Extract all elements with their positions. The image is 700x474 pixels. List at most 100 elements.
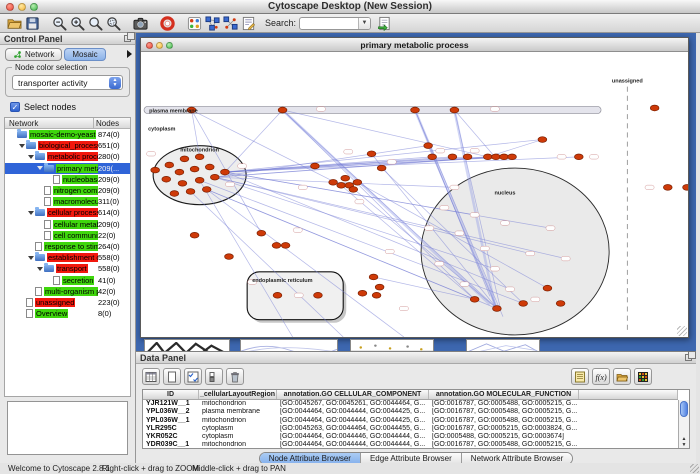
layout-attribute-icon[interactable] (221, 15, 239, 32)
zoom-out-icon[interactable] (50, 15, 68, 32)
zoom-in-icon[interactable] (68, 15, 86, 32)
tree-row-multi-organism-pro[interactable]: multi-organism pro42(0) (5, 286, 130, 297)
graph-node[interactable] (492, 154, 501, 160)
help-icon[interactable] (158, 15, 176, 32)
layout-spring-icon[interactable] (203, 15, 221, 32)
table-row-ypl036w__2[interactable]: YPL036W__2plasma membrane[GO:0044464, GO… (143, 408, 678, 416)
tree-col-network[interactable]: Network (5, 119, 93, 128)
formula-icon[interactable]: f(x) (592, 368, 610, 385)
app-resize-grip[interactable] (690, 464, 699, 473)
background-window-fragment[interactable] (466, 339, 540, 351)
table-row-ydr039c__1[interactable]: YDR039C__1mitochondrion[GO:0044464, GO:0… (143, 441, 678, 449)
open-icon[interactable] (5, 15, 23, 32)
graph-node[interactable] (186, 189, 195, 195)
graph-edge[interactable] (200, 180, 293, 337)
graph-node[interactable] (205, 164, 214, 170)
graph-node[interactable] (257, 230, 266, 236)
graph-node[interactable] (358, 290, 367, 296)
minimize-window-icon[interactable] (18, 3, 26, 11)
graph-node[interactable] (281, 243, 290, 249)
annotation-icon[interactable] (239, 15, 257, 32)
graph-node[interactable] (180, 156, 189, 162)
graph-node[interactable] (337, 182, 346, 188)
network-view-window[interactable]: primary metabolic process (140, 37, 689, 338)
graph-node[interactable] (162, 176, 171, 182)
table-row-ykr052c[interactable]: YKR052Ccytoplasm[GO:0044464, GO:0044446,… (143, 433, 678, 441)
table-column-header[interactable]: annotation.GO MOLECULAR_FUNCTION (429, 390, 579, 399)
title-bar[interactable]: Cytoscape Desktop (New Session) (0, 0, 700, 14)
search-input[interactable]: ▼ (299, 17, 371, 30)
graph-node[interactable] (210, 174, 219, 180)
graph-node[interactable] (273, 292, 282, 298)
graph-node[interactable] (424, 143, 433, 149)
graph-node[interactable] (508, 154, 517, 160)
snapshot-icon[interactable] (131, 15, 149, 32)
graph-node[interactable] (375, 284, 384, 290)
close-view-icon[interactable] (146, 42, 153, 49)
tab-mosaic[interactable]: Mosaic (64, 48, 105, 61)
attribute-grid-icon[interactable] (142, 368, 160, 385)
window-resize-grip[interactable] (677, 326, 687, 336)
network-window-titlebar[interactable]: primary metabolic process (141, 38, 688, 52)
zoom-selected-icon[interactable] (104, 15, 122, 32)
table-column-header[interactable]: annotation.GO CELLULAR_COMPONENT (277, 390, 429, 399)
zoom-window-icon[interactable] (30, 3, 38, 11)
tab-scroll-right-icon[interactable] (127, 50, 132, 58)
tree-row-primary-metabo[interactable]: primary metabo209(... (5, 163, 130, 174)
zoom-fit-icon[interactable] (86, 15, 104, 32)
graph-node[interactable] (369, 274, 378, 280)
birds-eye-view[interactable] (7, 401, 128, 455)
expand-arrow-icon[interactable] (28, 211, 34, 215)
scrollbar-thumb[interactable] (680, 401, 688, 417)
graph-node[interactable] (500, 154, 509, 160)
graph-edge[interactable] (225, 110, 283, 172)
background-window-fragment[interactable] (144, 339, 230, 351)
scroll-down-icon[interactable]: ▼ (679, 442, 689, 448)
tree-row-biological-process[interactable]: biological_process651(0) (5, 140, 130, 151)
graph-node[interactable] (483, 154, 492, 160)
table-column-header[interactable]: ID (143, 390, 199, 399)
graph-node[interactable] (663, 185, 672, 191)
select-attributes-icon[interactable] (184, 368, 202, 385)
delete-attribute-icon[interactable] (226, 368, 244, 385)
import-icon[interactable] (375, 15, 393, 32)
tree-row-secretion[interactable]: secretion41(0) (5, 274, 130, 285)
graph-node[interactable] (178, 180, 187, 186)
close-window-icon[interactable] (6, 3, 14, 11)
unselect-attributes-icon[interactable] (205, 368, 223, 385)
expand-arrow-icon[interactable] (28, 256, 34, 260)
graph-node[interactable] (574, 154, 583, 160)
tree-row-cell-communicat[interactable]: cell communicat22(0) (5, 230, 130, 241)
graph-node[interactable] (314, 292, 323, 298)
table-scrollbar[interactable]: ▲ ▼ (678, 400, 689, 448)
table-column-header[interactable]: _cellularLayoutRegion (199, 390, 277, 399)
graph-node[interactable] (272, 243, 281, 249)
zoom-view-icon[interactable] (166, 42, 173, 49)
graph-node[interactable] (470, 296, 479, 302)
tree-row-nucleobase-[interactable]: nucleobase-209(0) (5, 174, 130, 185)
tree-row-overview[interactable]: Overview8(0) (5, 308, 130, 319)
search-field[interactable] (300, 18, 358, 29)
notepad-icon[interactable] (571, 368, 589, 385)
minimize-view-icon[interactable] (156, 42, 163, 49)
expand-arrow-icon[interactable] (28, 155, 34, 159)
graph-node[interactable] (341, 175, 350, 181)
node-color-dropdown[interactable]: transporter activity ▲▼ (12, 75, 123, 90)
graph-node[interactable] (543, 285, 552, 291)
graph-node[interactable] (190, 166, 199, 172)
tree-row-macromolecule[interactable]: macromolecule311(0) (5, 196, 130, 207)
select-nodes-checkbox[interactable]: ✓ (10, 102, 20, 112)
graph-node[interactable] (329, 179, 338, 185)
table-row-yjr121w__1[interactable]: YJR121W__1mitochondrion[GO:0045267, GO:0… (143, 400, 678, 408)
graph-node[interactable] (493, 306, 502, 312)
table-column-header[interactable] (579, 390, 678, 399)
tree-row-mosaic-demo-yeast[interactable]: mosaic-demo-yeast874(0) (5, 129, 130, 140)
tree-row-response-to-stimulu[interactable]: response to stimulu264(0) (5, 241, 130, 252)
graph-node[interactable] (428, 154, 437, 160)
tab-network[interactable]: Network (5, 48, 62, 61)
graph-node[interactable] (190, 232, 199, 238)
float-panel-icon[interactable] (685, 354, 692, 361)
graph-node[interactable] (448, 154, 457, 160)
tree-row-establishment-of-lo[interactable]: establishment of lo558(0) (5, 252, 130, 263)
graph-node[interactable] (650, 105, 659, 111)
